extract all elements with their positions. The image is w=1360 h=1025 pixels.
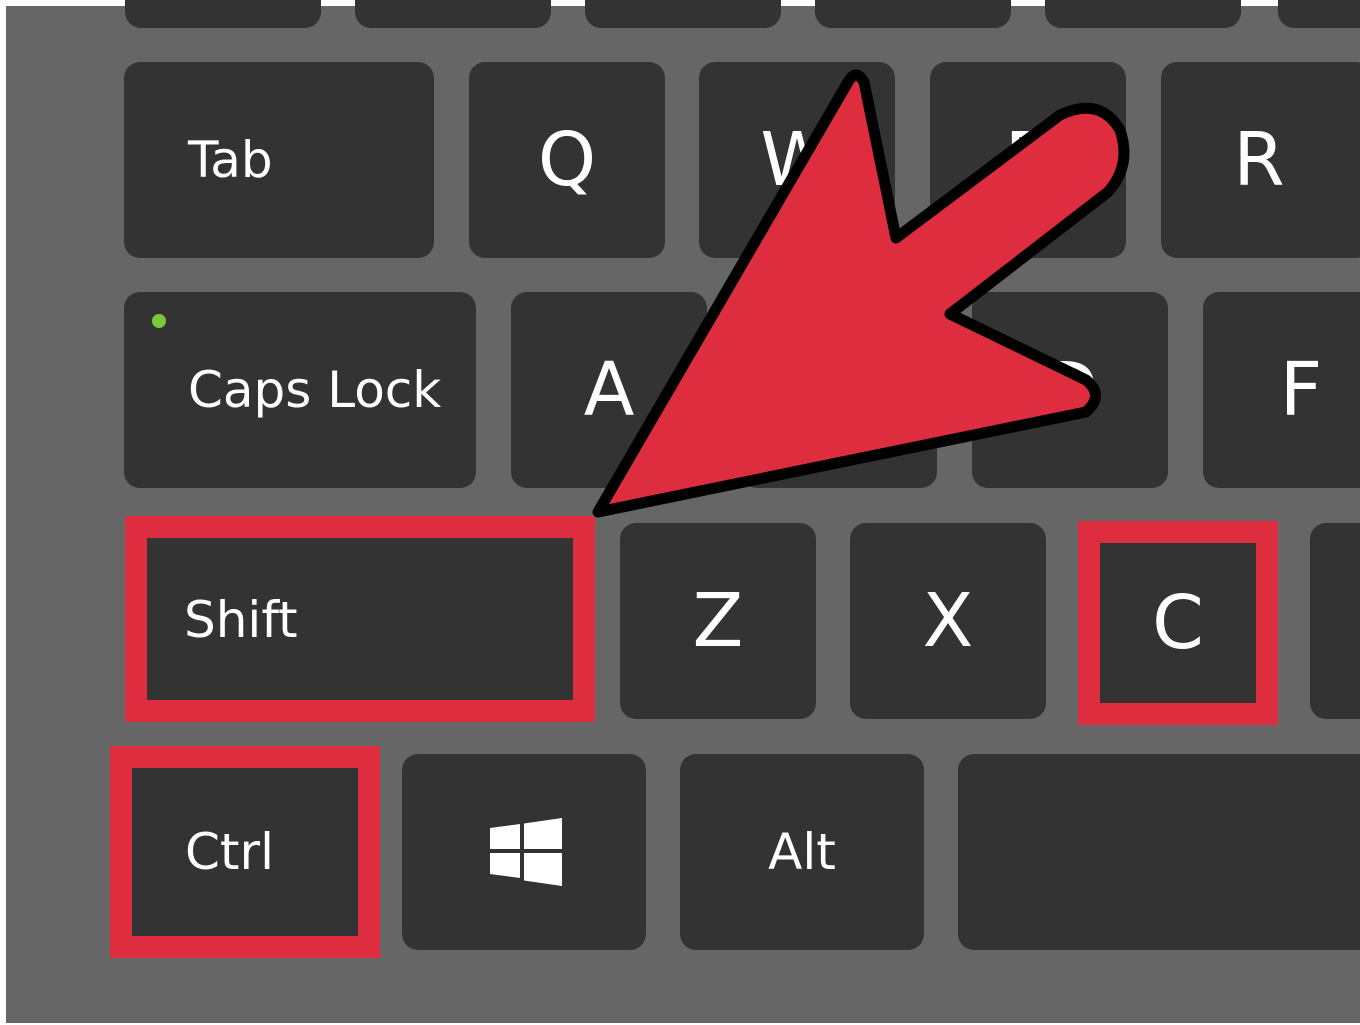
keyboard-illustration: Tab Q W E R Caps Lock A S D F Shift Z X … xyxy=(0,0,1360,1025)
arrow-icon xyxy=(592,69,1130,518)
